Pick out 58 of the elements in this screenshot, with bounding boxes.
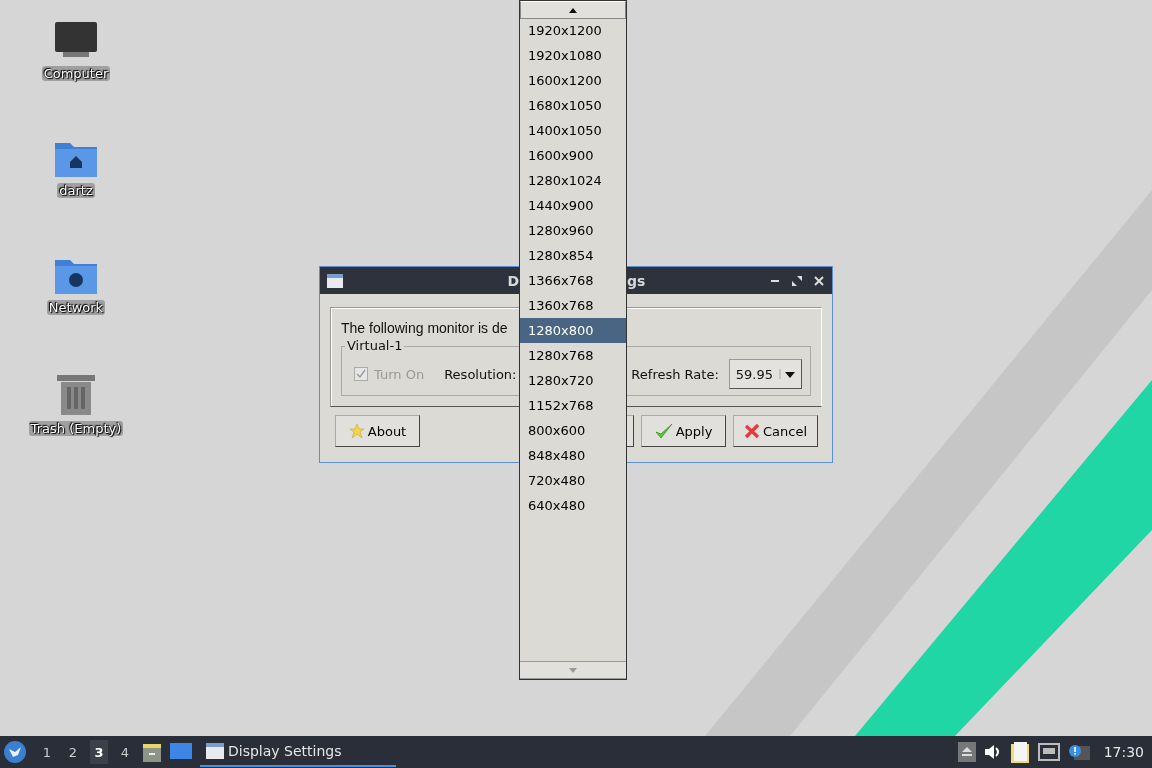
resolution-option[interactable]: 1280x1024 [520, 168, 626, 193]
resolution-option[interactable]: 1600x900 [520, 143, 626, 168]
resolution-option[interactable]: 1360x768 [520, 293, 626, 318]
resolution-option[interactable]: 720x480 [520, 468, 626, 493]
clipboard-icon[interactable] [1009, 741, 1030, 763]
maximize-icon[interactable] [792, 275, 802, 286]
resolution-option[interactable]: 1280x960 [520, 218, 626, 243]
workspace-button[interactable]: 4 [116, 740, 134, 764]
resolution-option[interactable]: 640x480 [520, 493, 626, 518]
dropdown-arrow-icon[interactable] [779, 369, 797, 379]
group-title: Virtual-1 [345, 338, 405, 353]
network-port-icon[interactable] [1037, 743, 1060, 761]
down-arrow-icon [569, 667, 577, 673]
cross-icon [743, 423, 760, 439]
resolution-option[interactable]: 1280x800 [520, 318, 626, 343]
scroll-up-button[interactable] [520, 1, 626, 19]
desktop-icon[interactable] [170, 743, 192, 761]
resolution-option[interactable]: 1680x1050 [520, 93, 626, 118]
volume-icon[interactable] [983, 744, 1002, 760]
workspace-button[interactable]: 1 [38, 740, 56, 764]
resolution-label: Resolution: [444, 366, 517, 382]
message-text: The following monitor is de [341, 320, 508, 336]
taskbar-window-button[interactable]: Display Settings [200, 737, 396, 767]
resolution-option[interactable]: 1280x854 [520, 243, 626, 268]
resolution-option[interactable]: 1600x1200 [520, 68, 626, 93]
clock[interactable]: 17:30 [1103, 744, 1144, 760]
workspace-button[interactable]: 2 [64, 740, 82, 764]
resolution-option[interactable]: 1920x1200 [520, 18, 626, 43]
eject-icon[interactable] [957, 742, 976, 762]
refresh-rate-label: Refresh Rate: [631, 366, 719, 382]
resolution-option[interactable]: 848x480 [520, 443, 626, 468]
file-cabinet-icon[interactable] [142, 742, 162, 762]
monitor-icon[interactable] [55, 22, 97, 60]
window-icon [206, 743, 224, 759]
resolution-option[interactable]: 800x600 [520, 418, 626, 443]
cancel-button[interactable]: Cancel [733, 415, 818, 447]
trash-icon[interactable] [57, 373, 95, 415]
up-arrow-icon [569, 7, 577, 13]
apply-button[interactable]: Apply [641, 415, 726, 447]
workspace-button[interactable]: 3 [90, 740, 108, 764]
about-button[interactable]: About [335, 415, 420, 447]
resolution-option[interactable]: 1440x900 [520, 193, 626, 218]
resolution-option[interactable]: 1280x768 [520, 343, 626, 368]
bird-logo-icon[interactable] [4, 741, 26, 763]
turn-on-label: Turn On [374, 366, 425, 382]
star-icon [348, 423, 365, 439]
close-icon[interactable] [814, 275, 824, 286]
notification-icon[interactable] [1067, 743, 1090, 761]
window-title: gs [627, 272, 646, 289]
resolution-option[interactable]: 1400x1050 [520, 118, 626, 143]
resolution-option[interactable]: 1152x768 [520, 393, 626, 418]
window-title: D [507, 272, 519, 289]
resolution-option[interactable]: 1366x768 [520, 268, 626, 293]
window-icon [327, 273, 343, 288]
checkmark-icon [654, 423, 673, 439]
resolution-option[interactable]: 1280x720 [520, 368, 626, 393]
refresh-rate-dropdown[interactable]: 59.95 [728, 359, 802, 389]
resolution-option[interactable]: 1920x1080 [520, 43, 626, 68]
